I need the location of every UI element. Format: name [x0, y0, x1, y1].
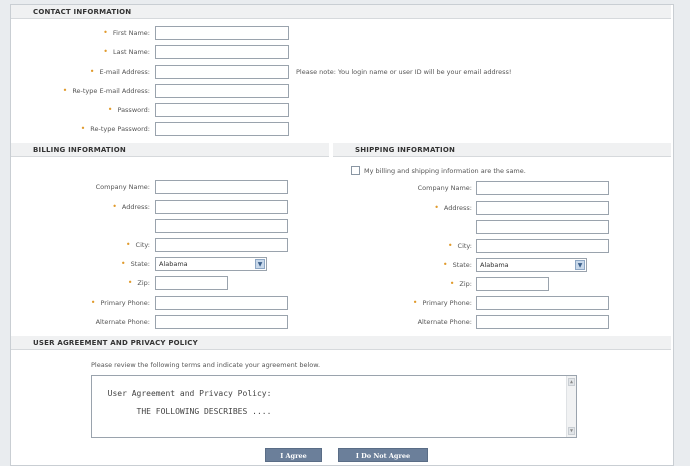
- last-name-input[interactable]: [155, 45, 289, 59]
- shipping-address-input-1[interactable]: [476, 201, 609, 215]
- billing-address-input-1[interactable]: [155, 200, 288, 214]
- last-name-label: • Last Name:: [103, 47, 150, 56]
- email-input[interactable]: [155, 65, 289, 79]
- password-label: • Password:: [107, 105, 150, 114]
- shipping-state-select[interactable]: Alabama ▼: [476, 258, 587, 272]
- agree-button[interactable]: I Agree: [265, 448, 322, 462]
- retype-password-label: • Re-type Password:: [80, 124, 150, 133]
- agreement-textarea[interactable]: User Agreement and Privacy Policy: THE F…: [91, 375, 577, 438]
- billing-address-label: • Address:: [112, 202, 150, 211]
- password-input[interactable]: [155, 103, 289, 117]
- shipping-address-label: • Address:: [434, 203, 472, 212]
- required-marker: •: [80, 124, 86, 133]
- billing-state-value: Alabama: [159, 260, 188, 268]
- billing-city-input[interactable]: [155, 238, 288, 252]
- required-marker: •: [90, 298, 96, 307]
- email-note: Please note: You login name or user ID w…: [296, 68, 512, 76]
- first-name-label: • First Name:: [103, 28, 150, 37]
- billing-company-label: Company Name:: [95, 183, 150, 191]
- retype-password-input[interactable]: [155, 122, 289, 136]
- scroll-up-icon[interactable]: ▲: [568, 378, 575, 386]
- shipping-state-value: Alabama: [480, 261, 509, 269]
- required-marker: •: [62, 86, 68, 95]
- shipping-primary-phone-input[interactable]: [476, 296, 609, 310]
- required-marker: •: [120, 259, 126, 268]
- shipping-city-input[interactable]: [476, 239, 609, 253]
- required-marker: •: [442, 260, 448, 269]
- billing-section-header: BILLING INFORMATION: [11, 143, 329, 157]
- required-marker: •: [412, 298, 418, 307]
- required-marker: •: [434, 203, 439, 212]
- billing-address-input-2[interactable]: [155, 219, 288, 233]
- email-label: • E-mail Address:: [89, 67, 150, 76]
- required-marker: •: [125, 240, 131, 249]
- agreement-text: User Agreement and Privacy Policy: THE F…: [107, 389, 272, 416]
- billing-alternate-phone-label: Alternate Phone:: [95, 318, 150, 326]
- required-marker: •: [103, 28, 108, 37]
- shipping-zip-label: • Zip:: [449, 279, 472, 288]
- required-marker: •: [447, 241, 453, 250]
- shipping-company-label: Company Name:: [417, 184, 472, 192]
- shipping-alternate-phone-input[interactable]: [476, 315, 609, 329]
- required-marker: •: [89, 67, 95, 76]
- agreement-section-header: USER AGREEMENT AND PRIVACY POLICY: [11, 336, 671, 350]
- first-name-input[interactable]: [155, 26, 289, 40]
- shipping-state-label: • State:: [442, 260, 472, 269]
- required-marker: •: [127, 278, 133, 287]
- billing-company-input[interactable]: [155, 180, 288, 194]
- required-marker: •: [103, 47, 109, 56]
- billing-zip-label: • Zip:: [127, 278, 150, 287]
- shipping-alternate-phone-label: Alternate Phone:: [417, 318, 472, 326]
- billing-primary-phone-label: • Primary Phone:: [90, 298, 150, 307]
- retype-email-label: • Re-type E-mail Address:: [62, 86, 150, 95]
- billing-city-label: • City:: [125, 240, 150, 249]
- shipping-company-input[interactable]: [476, 181, 609, 195]
- shipping-address-input-2[interactable]: [476, 220, 609, 234]
- contact-section-header: CONTACT INFORMATION: [11, 5, 671, 19]
- disagree-button[interactable]: I Do Not Agree: [338, 448, 428, 462]
- billing-primary-phone-input[interactable]: [155, 296, 288, 310]
- shipping-section-header: SHIPPING INFORMATION: [333, 143, 671, 157]
- required-marker: •: [449, 279, 455, 288]
- shipping-city-label: • City:: [447, 241, 472, 250]
- shipping-primary-phone-label: • Primary Phone:: [412, 298, 472, 307]
- same-address-checkbox[interactable]: [351, 166, 360, 175]
- billing-state-select[interactable]: Alabama ▼: [155, 257, 267, 271]
- agreement-instructions: Please review the following terms and in…: [91, 361, 321, 369]
- shipping-zip-input[interactable]: [476, 277, 549, 291]
- required-marker: •: [107, 105, 113, 114]
- agreement-scrollbar[interactable]: ▲ ▼: [566, 376, 576, 437]
- retype-email-input[interactable]: [155, 84, 289, 98]
- billing-alternate-phone-input[interactable]: [155, 315, 288, 329]
- billing-zip-input[interactable]: [155, 276, 228, 290]
- scroll-down-icon[interactable]: ▼: [568, 427, 575, 435]
- required-marker: •: [112, 202, 117, 211]
- billing-state-label: • State:: [120, 259, 150, 268]
- same-address-label: My billing and shipping information are …: [364, 167, 526, 175]
- chevron-down-icon[interactable]: ▼: [575, 260, 585, 270]
- chevron-down-icon[interactable]: ▼: [255, 259, 265, 269]
